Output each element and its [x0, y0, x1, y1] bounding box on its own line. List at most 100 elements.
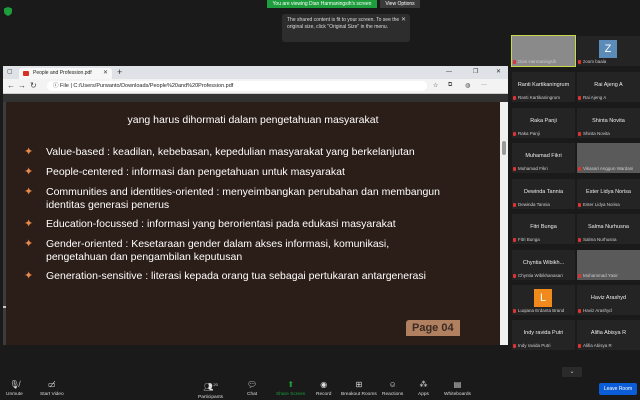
participant-name: Ester Lidya Norisa	[586, 189, 631, 195]
microphone-muted-icon: 🎙︎̸	[9, 380, 20, 389]
avatar: L	[534, 289, 552, 307]
url-field[interactable]: ⓘ File | C:/Users/Purwanto/Downloads/Peo…	[47, 81, 427, 91]
leave-room-button[interactable]: Leave Room	[599, 383, 637, 395]
mic-muted-icon	[578, 344, 581, 348]
mic-muted-icon	[513, 203, 516, 207]
scrollbar-thumb[interactable]	[502, 141, 506, 155]
participant-label: Luqiana Erdanta Brand	[518, 308, 565, 313]
refresh-icon[interactable]: ↻	[30, 81, 37, 91]
bullet-education: ✦ Education-focussed : informasi yang be…	[24, 218, 396, 230]
participant-tile[interactable]: Haviz Arashyd Haviz Arashyd	[577, 285, 640, 315]
window-menu-icon[interactable]: ▢	[7, 66, 13, 79]
participant-label: Fitri Bunga	[518, 237, 540, 242]
participant-name: Shinta Novita	[592, 118, 625, 124]
mic-muted-icon	[578, 96, 581, 100]
slide-page: yang harus dihormati dalam pengetahuan m…	[6, 102, 500, 312]
participant-tile[interactable]: Fitri Bunga Fitri Bunga	[512, 214, 575, 244]
participant-tile[interactable]: Salma Nurhusna Salma Nurhusna	[577, 214, 640, 244]
participant-name: Alifia Abisya R	[590, 330, 627, 336]
profile-icon[interactable]: ◍	[465, 82, 470, 89]
participant-label: Chyntia Wibikhanasari	[518, 273, 563, 278]
participant-name: Raka Panji	[530, 118, 557, 124]
participant-tile[interactable]: Muhammad Yasir	[577, 250, 640, 280]
fit-screen-tooltip: The shared content is fit to your screen…	[282, 14, 410, 42]
maximize-icon[interactable]: ❐	[473, 66, 478, 79]
star-bullet-icon: ✦	[24, 238, 34, 250]
pdf-icon	[23, 71, 29, 76]
apps-icon: ⁂	[419, 380, 428, 389]
participants-button[interactable]: 👥︎20 Participants	[198, 380, 223, 400]
close-window-icon[interactable]: ✕	[496, 66, 501, 79]
participant-tile[interactable]: L Luqiana Erdanta Brand	[512, 285, 575, 315]
bullet-gender: ✦ Gender-oriented : Kesetaraan gender da…	[24, 238, 390, 263]
participant-tile[interactable]: Alifia Abisya R Alifia Abisya R	[577, 320, 640, 350]
share-screen-icon: ⬆︎	[287, 380, 295, 389]
participant-label: Ranti Kartikaningrum	[518, 95, 561, 100]
bullet-generation: ✦ Generation-sensitive : literasi kepada…	[24, 270, 426, 282]
back-icon[interactable]: ←	[7, 81, 15, 91]
participant-tile[interactable]: Dewinda Tannia Dewinda Tannia	[512, 179, 575, 209]
browser-tab[interactable]: People and Profession.pdf ✕	[19, 68, 112, 79]
participant-tile[interactable]: Dian Harmaningsih	[511, 35, 576, 67]
participant-label: Muhammad Yasir	[583, 273, 618, 278]
chevron-down-icon[interactable]: ⌄	[562, 367, 582, 377]
address-bar: ← → ↻ ⓘ File | C:/Users/Purwanto/Downloa…	[3, 79, 508, 94]
mic-muted-icon	[578, 60, 581, 64]
unmute-button[interactable]: 🎙︎̸ Unmute	[6, 380, 23, 397]
close-tab-icon[interactable]: ✕	[103, 68, 108, 79]
pdf-toolbar	[3, 94, 508, 102]
scrollbar[interactable]	[500, 102, 508, 345]
bullet-value-based: ✦ Value-based : keadilan, kebebasan, kep…	[24, 146, 415, 158]
participant-label: Rai Ajeng A	[583, 95, 607, 100]
mic-muted-icon	[513, 274, 516, 278]
tooltip-text: The shared content is fit to your screen…	[287, 17, 400, 30]
favorite-icon[interactable]: ☆	[433, 82, 438, 89]
start-video-button[interactable]: ▭̸ Start Video	[40, 380, 64, 397]
security-shield-icon[interactable]	[4, 3, 12, 16]
star-bullet-icon: ✦	[24, 166, 34, 178]
whiteboards-button[interactable]: ▤ Whiteboards	[444, 380, 471, 397]
chat-button[interactable]: 💬︎ Chat	[247, 380, 257, 397]
tab-bar: ▢ People and Profession.pdf ✕ + — ❐ ✕	[3, 66, 508, 79]
participant-tile[interactable]: Ranti Kartikaningrum Ranti Kartikaningrum	[512, 72, 575, 102]
participant-name: Chyntia Wibikh...	[522, 260, 565, 266]
minimize-icon[interactable]: —	[446, 66, 452, 79]
star-bullet-icon: ✦	[24, 186, 34, 198]
participant-name: Dewinda Tannia	[523, 189, 564, 195]
mic-muted-icon	[578, 309, 581, 313]
participant-tile[interactable]: Indy ravida Putri Indy ravida Putri	[512, 320, 575, 350]
info-icon: ⓘ	[53, 83, 61, 89]
participant-label: Muhamad Fikri	[518, 166, 548, 171]
bullet-people-centered: ✦ People-centered : informasi dan penget…	[24, 166, 345, 178]
reactions-button[interactable]: ☺ Reactions	[382, 380, 403, 397]
participant-label: Haviz Arashyd	[583, 308, 612, 313]
view-options-button[interactable]: View Options	[380, 0, 420, 8]
settings-more-icon[interactable]: ···	[481, 82, 487, 88]
participant-tile[interactable]: Vikasari Anggun Wardani	[577, 143, 640, 173]
participant-name: Salma Nurhusna	[588, 224, 629, 230]
forward-icon[interactable]: →	[18, 81, 26, 91]
participant-name: Rai Ajeng A	[594, 82, 623, 88]
participant-tile[interactable]: Shinta Novita Shinta Novita	[577, 108, 640, 138]
apps-button[interactable]: ⁂ Apps	[418, 380, 429, 397]
new-tab-icon[interactable]: +	[117, 67, 122, 77]
participant-label: Ester Lidya Norisa	[583, 202, 620, 207]
record-button[interactable]: ◉ Record	[316, 380, 331, 397]
participant-name: Muhamad Fikri	[525, 153, 562, 159]
collections-icon[interactable]: ⧉	[448, 82, 452, 89]
mic-muted-icon	[513, 309, 516, 313]
participant-tile[interactable]: Muhamad Fikri Muhamad Fikri	[512, 143, 575, 173]
breakout-rooms-button[interactable]: ⊞ Breakout Rooms	[341, 380, 377, 397]
mic-muted-icon	[578, 167, 581, 171]
participant-tile[interactable]: Ester Lidya Norisa Ester Lidya Norisa	[577, 179, 640, 209]
participant-tile[interactable]: Zzoom baala	[577, 36, 640, 66]
star-bullet-icon: ✦	[24, 218, 34, 230]
close-icon[interactable]: ✕	[401, 17, 406, 24]
participant-tile[interactable]: Chyntia Wibikh... Chyntia Wibikhanasari	[512, 250, 575, 280]
participant-tile[interactable]: Raka Panji Raka Panji	[512, 108, 575, 138]
mic-muted-icon	[513, 238, 516, 242]
participant-tile[interactable]: Rai Ajeng A Rai Ajeng A	[577, 72, 640, 102]
mic-muted-icon	[578, 132, 581, 136]
share-screen-button[interactable]: ⬆︎ Share Screen	[276, 380, 305, 397]
avatar: Z	[599, 40, 617, 58]
